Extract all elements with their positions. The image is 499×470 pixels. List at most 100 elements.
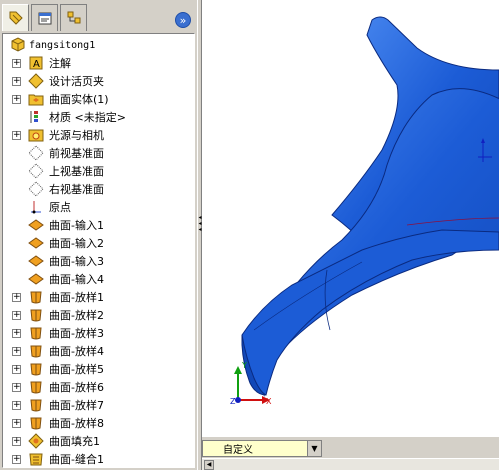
material-icon [27, 109, 45, 125]
expand-icon[interactable]: + [12, 418, 21, 428]
expand-icon[interactable]: + [12, 58, 21, 68]
tree-item-label: 前视基准面 [49, 147, 104, 160]
expand-icon[interactable]: + [12, 436, 21, 446]
knit-surface-icon [27, 451, 45, 467]
tree-item[interactable]: + 曲面-放样1 [3, 288, 194, 306]
surface-bodies-folder-icon [27, 91, 45, 107]
tree-item[interactable]: 右视基准面 [3, 180, 194, 198]
tree-item[interactable]: 曲面-输入1 [3, 216, 194, 234]
tree-item[interactable]: + 曲面-放样3 [3, 324, 194, 342]
tree-item-label: 上视基准面 [49, 165, 104, 178]
feature-tree-icon [9, 11, 23, 25]
tree-item[interactable]: + 曲面-放样5 [3, 360, 194, 378]
tree-root[interactable]: fangsitong1 [3, 36, 194, 54]
expand-icon[interactable]: + [12, 346, 21, 356]
expand-icon[interactable]: + [12, 76, 21, 86]
tree-item-label: 曲面-输入1 [49, 219, 104, 232]
loft-surface-icon [27, 343, 45, 359]
tree-item[interactable]: + 曲面-放样6 [3, 378, 194, 396]
tree-item-label: 右视基准面 [49, 183, 104, 196]
scroll-left-icon[interactable]: ◀ [204, 460, 214, 470]
tree-item[interactable]: + A 注解 [3, 54, 194, 72]
tree-item[interactable]: 曲面-输入3 [3, 252, 194, 270]
plane-icon [27, 181, 45, 197]
tree-item-label: 原点 [49, 201, 71, 214]
property-manager-icon [38, 12, 51, 25]
tree-root-label: fangsitong1 [29, 39, 96, 51]
model-tube [241, 229, 499, 396]
plane-icon [27, 145, 45, 161]
graphics-viewport[interactable]: Z Y X [202, 0, 499, 458]
tree-item[interactable]: + 曲面填充1 [3, 432, 194, 450]
tree-item[interactable]: + 光源与相机 [3, 126, 194, 144]
expand-icon[interactable]: + [12, 454, 21, 464]
tree-item[interactable]: + 曲面-放样7 [3, 396, 194, 414]
configuration-icon [67, 11, 80, 24]
expand-icon[interactable]: + [12, 382, 21, 392]
fill-surface-icon [27, 433, 45, 449]
expand-icon[interactable]: + [12, 364, 21, 374]
expand-icon[interactable]: + [12, 310, 21, 320]
tree-item[interactable]: + 曲面-放样2 [3, 306, 194, 324]
tree-item-label: 曲面-输入4 [49, 273, 104, 286]
tree-item[interactable]: 曲面-输入4 [3, 270, 194, 288]
tree-item[interactable]: + 曲面-放样8 [3, 414, 194, 432]
expand-icon[interactable]: + [12, 94, 21, 104]
tree-item-label: 曲面-输入2 [49, 237, 104, 250]
solidworks-window: » fangsitong1 + A 注解 + 设计活页夹 + 曲面实体(1) 材质 <未指定>… [0, 0, 499, 470]
tree-item-label: 曲面-放样2 [49, 309, 104, 322]
property-manager-tab[interactable] [31, 4, 58, 31]
loft-surface-icon [27, 307, 45, 323]
tree-item[interactable]: 前视基准面 [3, 144, 194, 162]
tree-item-label: 曲面-缝合1 [49, 453, 104, 466]
imported-surface-icon [27, 217, 45, 233]
svg-text:A: A [33, 59, 40, 70]
tree-item-label: 材质 <未指定> [49, 111, 126, 124]
manager-tab-bar: » [0, 0, 197, 34]
plane-icon [27, 163, 45, 179]
loft-surface-icon [27, 397, 45, 413]
loft-surface-icon [27, 415, 45, 431]
horizontal-scrollbar[interactable]: ◀ [202, 458, 499, 470]
tree-item[interactable]: 曲面-输入2 [3, 234, 194, 252]
tree-item[interactable]: 原点 [3, 198, 194, 216]
lights-cameras-icon [27, 127, 45, 143]
tree-item-label: 曲面-放样3 [49, 327, 104, 340]
tree-item[interactable]: + 曲面-放样4 [3, 342, 194, 360]
view-status-bar: 自定义 ▼ ◀ [202, 437, 499, 470]
tree-item[interactable]: 上视基准面 [3, 162, 194, 180]
collapse-pane-button[interactable]: » [175, 12, 191, 28]
view-orientation-dropdown[interactable]: 自定义 ▼ [202, 440, 322, 457]
triad-x-label: X [266, 397, 272, 406]
annotations-icon: A [27, 55, 45, 71]
expand-icon[interactable]: + [12, 400, 21, 410]
expand-icon[interactable]: + [12, 292, 21, 302]
tree-item[interactable]: 材质 <未指定> [3, 108, 194, 126]
view-orientation-value: 自定义 [223, 445, 253, 456]
tree-item[interactable]: + 曲面-缝合1 [3, 450, 194, 467]
tree-item-label: 曲面-放样4 [49, 345, 104, 358]
loft-surface-icon [27, 325, 45, 341]
loft-surface-icon [27, 289, 45, 305]
imported-surface-icon [27, 253, 45, 269]
configuration-manager-tab[interactable] [60, 4, 87, 31]
triad-z-label: Z [230, 397, 236, 406]
feature-manager-tab[interactable] [2, 4, 29, 31]
tree-item-label: 曲面实体(1) [49, 93, 109, 106]
tree-item[interactable]: + 曲面实体(1) [3, 90, 194, 108]
tree-item[interactable]: + 设计活页夹 [3, 72, 194, 90]
tree-item-label: 设计活页夹 [49, 75, 104, 88]
feature-tree: fangsitong1 + A 注解 + 设计活页夹 + 曲面实体(1) 材质 <未指定> + 光… [2, 33, 195, 468]
origin-icon [27, 199, 45, 215]
expand-icon[interactable]: + [12, 130, 21, 140]
model-render: Z Y X [230, 16, 499, 406]
tree-item-label: 曲面-放样8 [49, 417, 104, 430]
tree-item-label: 曲面填充1 [49, 435, 100, 448]
expand-icon[interactable]: + [12, 328, 21, 338]
chevron-down-icon[interactable]: ▼ [307, 441, 321, 456]
loft-surface-icon [27, 361, 45, 377]
loft-surface-icon [27, 379, 45, 395]
tree-item-label: 曲面-放样6 [49, 381, 104, 394]
part-icon [9, 37, 27, 53]
feature-manager-pane: » fangsitong1 + A 注解 + 设计活页夹 + 曲面实体(1) 材质 <未指定>… [0, 0, 197, 470]
